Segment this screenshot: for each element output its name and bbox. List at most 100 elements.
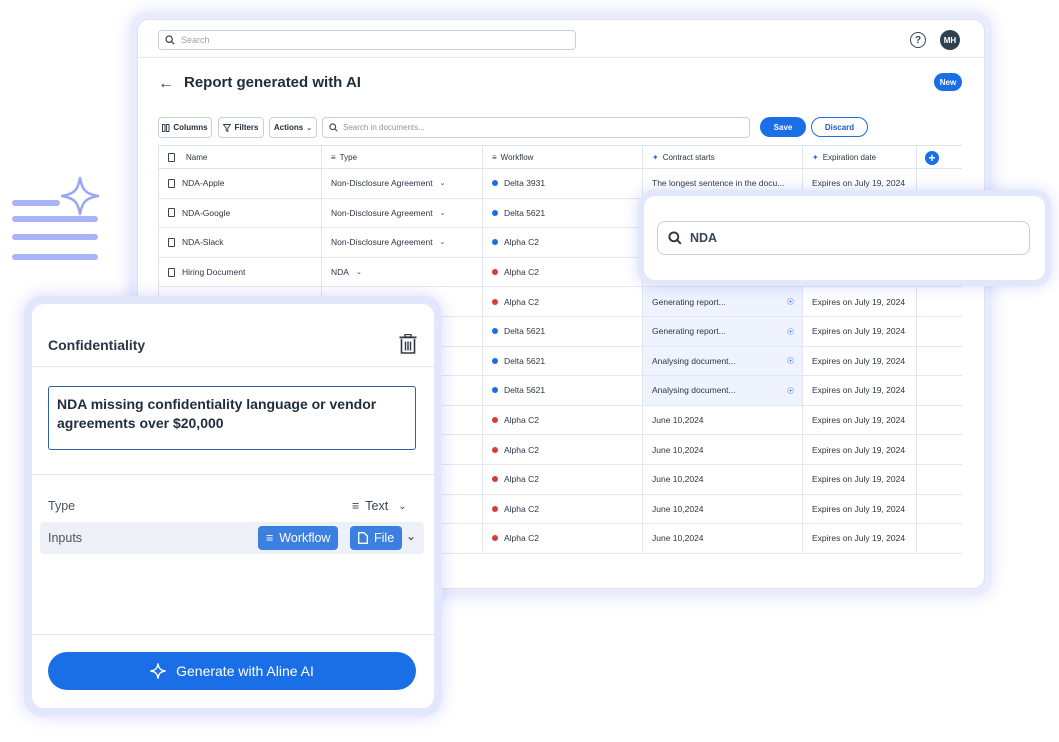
- cell-contract-starts[interactable]: June 10,2024: [643, 435, 803, 464]
- columns-label: Columns: [173, 123, 208, 132]
- document-search-placeholder: Search in documents...: [343, 123, 425, 132]
- generate-button[interactable]: Generate with Aline AI: [48, 652, 416, 690]
- cell-type[interactable]: Non-Disclosure Agreement ⌄: [322, 169, 483, 198]
- actions-button[interactable]: Actions ⌄: [269, 117, 317, 138]
- question-circle-icon[interactable]: ?: [910, 32, 926, 48]
- cell-workflow[interactable]: Delta 5621: [483, 346, 643, 376]
- add-column-button[interactable]: +: [925, 151, 939, 165]
- columns-button[interactable]: Columns: [158, 117, 212, 138]
- top-bar: Search ? MH: [138, 20, 984, 58]
- document-search-input[interactable]: Search in documents...: [322, 117, 750, 138]
- workflow-name: Delta 5621: [504, 326, 546, 337]
- cell-name[interactable]: NDA-Google: [158, 198, 322, 228]
- file-chip[interactable]: File: [350, 526, 403, 550]
- cell-workflow[interactable]: Delta 5621: [483, 198, 643, 228]
- cell-contract-starts[interactable]: June 10,2024: [643, 464, 803, 494]
- cell-workflow[interactable]: Alpha C2: [483, 435, 643, 464]
- cell-workflow[interactable]: Alpha C2: [483, 287, 643, 316]
- page-title: Report generated with AI: [184, 74, 361, 91]
- cell-contract-starts[interactable]: Generating report...: [643, 316, 803, 346]
- decorative-lines: [10, 176, 105, 266]
- global-search-input[interactable]: Search: [158, 30, 576, 50]
- cell-workflow[interactable]: Alpha C2: [483, 524, 643, 553]
- cell-contract-starts[interactable]: Analysing document...: [643, 346, 803, 376]
- cell-expiration[interactable]: Expires on July 19, 2024: [803, 405, 917, 435]
- cell-empty: [917, 317, 962, 346]
- cell-expiration[interactable]: Expires on July 19, 2024: [803, 287, 917, 316]
- status-dot: [492, 505, 498, 512]
- cell-type[interactable]: NDA ⌄: [322, 257, 483, 287]
- workflow-name: Alpha C2: [504, 237, 539, 248]
- workflow-chip[interactable]: ≡ Workflow: [258, 526, 339, 550]
- expiration-value: Expires on July 19, 2024: [812, 415, 906, 426]
- cell-expiration[interactable]: Expires on July 19, 2024: [803, 464, 917, 494]
- document-type: Non-Disclosure Agreement: [331, 237, 433, 248]
- save-button[interactable]: Save: [760, 117, 806, 137]
- back-arrow-icon[interactable]: ←: [158, 75, 174, 93]
- status-dot: [492, 298, 498, 305]
- document-type: NDA: [331, 267, 349, 278]
- contract-starts-value: Generating report...: [652, 326, 726, 337]
- status-dot: [492, 180, 498, 187]
- global-search-placeholder: Search: [181, 35, 210, 45]
- deco-line: [12, 234, 98, 240]
- document-icon: [168, 152, 175, 162]
- add-column-cell: [917, 146, 962, 168]
- cell-empty: [917, 495, 962, 524]
- cell-empty: [917, 376, 962, 405]
- cell-contract-starts[interactable]: Analysing document...: [643, 376, 803, 405]
- cell-expiration[interactable]: Expires on July 19, 2024: [803, 524, 917, 553]
- filters-button[interactable]: Filters: [218, 117, 264, 138]
- chevron-down-icon: ⌄: [439, 239, 446, 247]
- type-select[interactable]: ≡ Text ⌄: [352, 499, 407, 513]
- cell-expiration[interactable]: Expires on July 19, 2024: [803, 316, 917, 346]
- confidentiality-panel: Confidentiality NDA missing confidential…: [24, 296, 442, 716]
- cell-expiration[interactable]: Expires on July 19, 2024: [803, 494, 917, 524]
- cell-expiration[interactable]: Expires on July 19, 2024: [803, 376, 917, 405]
- cell-contract-starts[interactable]: June 10,2024: [643, 405, 803, 435]
- cell-workflow[interactable]: Alpha C2: [483, 494, 643, 524]
- cell-name[interactable]: NDA-Apple: [158, 169, 322, 198]
- divider: [32, 366, 434, 367]
- new-button[interactable]: New: [934, 73, 962, 91]
- cell-workflow[interactable]: Alpha C2: [483, 405, 643, 435]
- trash-icon[interactable]: [399, 334, 417, 354]
- cell-expiration[interactable]: Expires on July 19, 2024: [803, 346, 917, 376]
- text-lines-icon: ≡: [266, 531, 274, 545]
- cell-name[interactable]: Hiring Document: [158, 257, 322, 287]
- cell-expiration[interactable]: Expires on July 19, 2024: [803, 435, 917, 464]
- floating-search-input[interactable]: NDA: [657, 221, 1030, 255]
- cell-workflow[interactable]: Alpha C2: [483, 228, 643, 257]
- column-header-contract-starts[interactable]: ✦ Contract starts: [643, 146, 803, 168]
- cell-type[interactable]: Non-Disclosure Agreement ⌄: [322, 228, 483, 257]
- document-icon: [168, 267, 175, 277]
- column-header-expiration[interactable]: ✦ Expiration date: [803, 146, 917, 168]
- cell-workflow[interactable]: Delta 3931: [483, 169, 643, 198]
- avatar[interactable]: MH: [940, 30, 960, 50]
- workflow-name: Alpha C2: [504, 415, 539, 426]
- panel-title: Confidentiality: [48, 337, 146, 353]
- cell-workflow[interactable]: Alpha C2: [483, 257, 643, 287]
- cell-type[interactable]: Non-Disclosure Agreement ⌄: [322, 198, 483, 228]
- cell-contract-starts[interactable]: June 10,2024: [643, 494, 803, 524]
- cell-empty: [917, 347, 962, 376]
- discard-button[interactable]: Discard: [811, 117, 868, 137]
- cell-workflow[interactable]: Delta 5621: [483, 316, 643, 346]
- cell-contract-starts[interactable]: June 10,2024: [643, 524, 803, 553]
- cell-name[interactable]: NDA-Slack: [158, 228, 322, 257]
- column-header-name[interactable]: Name: [158, 146, 322, 168]
- document-type: Non-Disclosure Agreement: [331, 178, 433, 189]
- actions-label: Actions: [273, 123, 304, 132]
- document-type: Non-Disclosure Agreement: [331, 207, 433, 218]
- cell-workflow[interactable]: Delta 5621: [483, 376, 643, 405]
- cell-workflow[interactable]: Alpha C2: [483, 464, 643, 494]
- column-header-type[interactable]: ≡ Type: [322, 146, 483, 168]
- search-icon: [165, 35, 175, 45]
- cell-contract-starts[interactable]: Generating report...: [643, 287, 803, 316]
- column-header-workflow[interactable]: ≡ Workflow: [483, 146, 643, 168]
- query-textarea[interactable]: NDA missing confidentiality language or …: [48, 386, 416, 450]
- workflow-name: Delta 3931: [504, 178, 546, 189]
- file-chip-label: File: [374, 531, 395, 545]
- generate-button-label: Generate with Aline AI: [176, 663, 314, 679]
- chevron-down-icon[interactable]: ⌄: [406, 529, 416, 543]
